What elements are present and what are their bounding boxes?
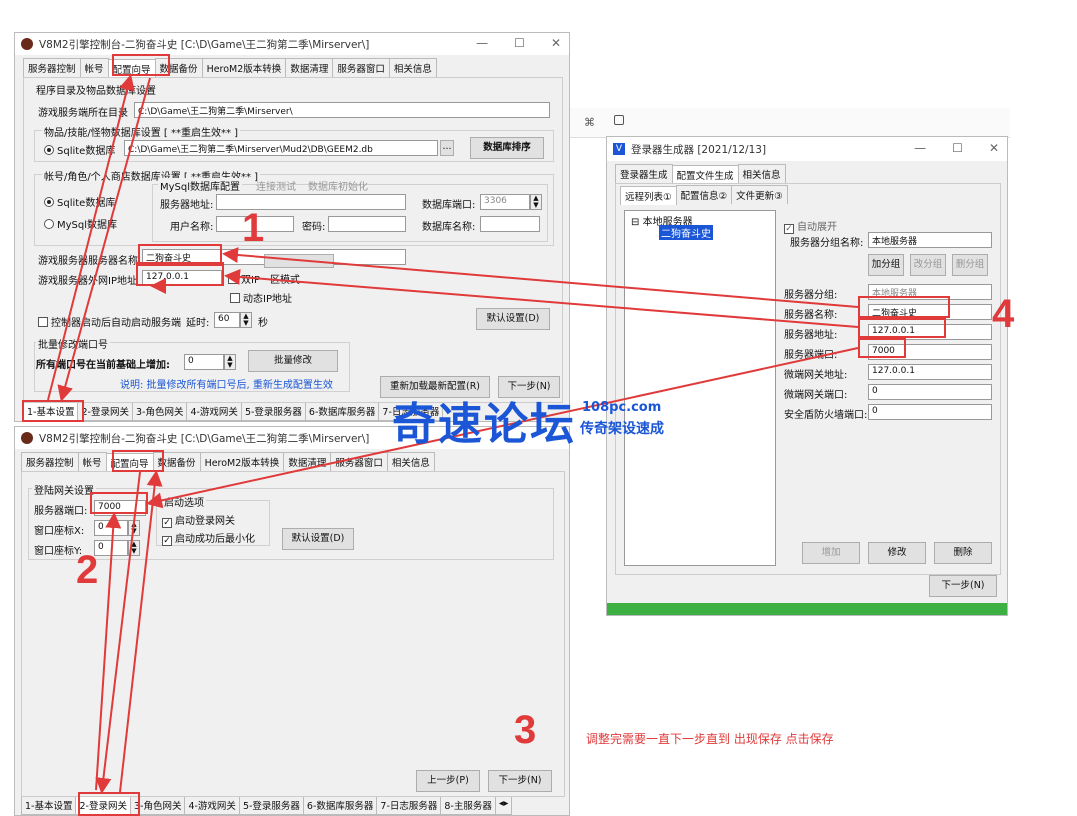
arrow-srvaddr-to-ip: [224, 268, 859, 328]
instruction-note: 调整完需要一直下一步直到 出现保存 点击保存: [586, 732, 834, 746]
step-number-3: 3: [514, 708, 537, 752]
step-number-4: 4: [992, 292, 1015, 336]
arrow-basic-to-wizard: [47, 74, 135, 401]
watermark-site: 108pc.com: [582, 400, 662, 415]
step-number-2: 2: [76, 548, 99, 592]
watermark-main: 奇速论坛: [392, 399, 576, 450]
watermark-sub: 传奇架设速成: [580, 421, 664, 437]
arrow-wizard-to-basic: [57, 77, 151, 402]
arrow-wizard2-to-logintab: [95, 471, 141, 794]
arrow-srvname-to-name: [222, 247, 859, 308]
step-number-1: 1: [242, 206, 265, 250]
arrow-logintab-to-port: [95, 512, 122, 791]
arrow-logintab-to-wizard2: [119, 470, 163, 793]
